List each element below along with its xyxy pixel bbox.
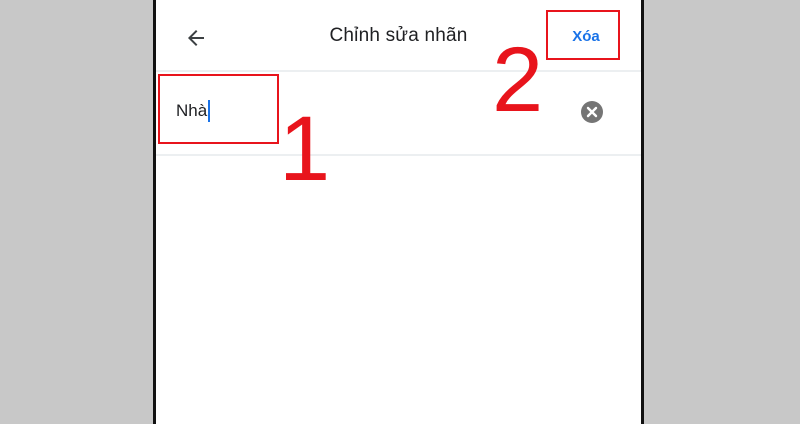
step-number-1: 1 [279, 98, 331, 200]
step-number-2: 2 [492, 29, 544, 131]
highlight-box-delete-button [546, 10, 620, 60]
highlight-box-label-input [158, 74, 279, 144]
divider [156, 154, 641, 156]
clear-circle-icon [581, 101, 603, 123]
phone-screen: Chỉnh sửa nhãn Xóa Nhà [153, 0, 644, 424]
screenshot-frame: Chỉnh sửa nhãn Xóa Nhà 1 2 [0, 0, 800, 424]
clear-button[interactable] [580, 100, 604, 124]
